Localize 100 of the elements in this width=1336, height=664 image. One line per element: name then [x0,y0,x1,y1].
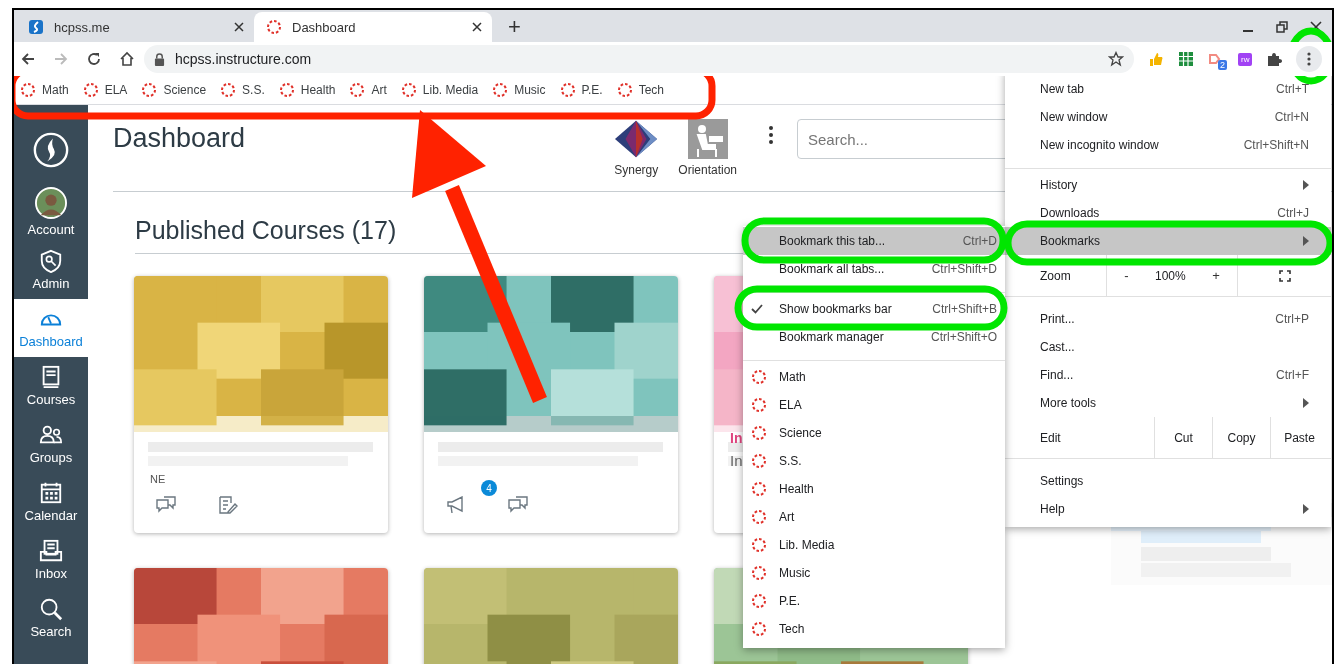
bookmark-item[interactable]: Tech [616,82,670,98]
menu-item[interactable]: Print... Ctrl+P [1005,305,1331,333]
bookmark-icon [20,82,36,98]
tab-title: hcpss.me [54,19,111,35]
bookmark-item[interactable]: ELA [82,82,134,98]
vertical-dots-icon [1307,51,1312,67]
close-icon[interactable] [472,22,482,32]
bookmark-label: Health [300,83,336,97]
course-card[interactable]: NE [134,276,388,533]
bookmark-item[interactable]: S.S. [220,82,271,98]
card-action[interactable] [156,496,176,514]
search-icon [39,597,63,621]
sidebar-item[interactable]: Account [14,183,88,241]
bookmark-item[interactable]: Math [20,82,75,98]
bookmark-item[interactable]: ELA [743,391,1005,419]
submenu-arrow-icon [1303,236,1309,246]
puzzle-icon[interactable] [1266,51,1283,67]
course-card[interactable]: 4 [424,276,678,533]
calendar-icon [39,481,63,505]
bookmark-icon [751,481,767,497]
bookmark-label: Art [371,83,387,97]
site-icon [28,19,44,35]
shortcut-text: Ctrl+Shift+D [931,262,997,276]
menu-item[interactable]: Settings [1005,467,1331,495]
tab-title: Dashboard [292,19,357,35]
menu-button[interactable] [1296,46,1323,72]
bookmark-icon [349,82,366,98]
edit-button[interactable]: Copy [1212,417,1270,458]
grid-icon[interactable] [1178,51,1194,67]
shield-icon [39,249,63,273]
sidebar-item[interactable]: Inbox [14,531,88,589]
bookmark-label: Tech [638,83,664,97]
card-action[interactable] [218,496,238,514]
menu-item[interactable]: Bookmark this tab... Ctrl+D [743,227,1005,255]
bookmark-label: Lib. Media [422,83,479,97]
app-link[interactable]: Orientation [678,119,737,177]
new-tab-button[interactable]: + [498,12,531,42]
sidebar-item[interactable]: Courses [14,357,88,415]
back-icon[interactable] [20,51,36,67]
close-icon[interactable] [234,22,244,32]
star-icon[interactable] [1108,51,1124,67]
bookmark-icon [751,565,767,581]
sidebar-item[interactable]: Dashboard [14,299,88,357]
app-label: Orientation [678,163,737,177]
bookmark-item[interactable]: P.E. [559,82,609,98]
bookmark-item[interactable]: Science [141,82,213,98]
sidebar-item[interactable]: Search [14,589,88,647]
bookmark-item[interactable]: Music [492,82,552,98]
menu-item[interactable]: Show bookmarks bar Ctrl+Shift+B [743,295,1005,323]
bookmark-item[interactable]: Math [743,363,1005,391]
bookmark-item[interactable]: Lib. Media [743,531,1005,559]
menu-item[interactable]: New tab Ctrl+T [1005,75,1331,103]
zoom-out-button[interactable]: - [1116,264,1137,287]
lock-icon [154,52,165,66]
reload-icon[interactable] [86,51,102,67]
menu-item[interactable]: Bookmark all tabs... Ctrl+Shift+D [743,255,1005,283]
sidebar-label: Courses [26,392,76,407]
logo-icon[interactable] [32,131,70,169]
home-icon[interactable] [119,51,135,67]
bookmark-item[interactable]: Tech [743,615,1005,643]
menu-item[interactable]: Downloads Ctrl+J [1005,199,1331,227]
browser-tab[interactable]: hcpss.me [16,12,254,42]
bookmark-item[interactable]: Music [743,559,1005,587]
bookmark-item[interactable]: Lib. Media [400,82,485,98]
bookmark-icon [220,82,237,98]
menu-item[interactable]: Help [1005,495,1331,523]
menu-item[interactable]: Bookmark manager Ctrl+Shift+O [743,323,1005,351]
menu-item[interactable]: Find... Ctrl+F [1005,361,1331,389]
edit-button[interactable]: Cut [1154,417,1212,458]
card-action[interactable] [508,496,528,514]
shortcut-text: Ctrl+D [962,234,997,248]
app-label: Synergy [614,163,659,177]
bookmark-item[interactable]: Science [743,419,1005,447]
menu-item[interactable]: Cast... [1005,333,1331,361]
bookmark-item[interactable]: Health [278,82,342,98]
zoom-in-button[interactable]: + [1204,264,1228,287]
sidebar-item[interactable]: Groups [14,415,88,473]
bookmark-item[interactable]: P.E. [743,587,1005,615]
diamond-logo-icon [614,119,659,159]
browser-tab[interactable]: Dashboard [254,12,492,42]
restore-icon[interactable] [1276,21,1288,33]
menu-item[interactable]: More tools [1005,389,1331,417]
bookmark-item[interactable]: S.S. [743,447,1005,475]
address-bar[interactable]: hcpss.instructure.com [144,45,1134,73]
bookmark-item[interactable]: Art [743,503,1005,531]
bookmark-item[interactable]: Health [743,475,1005,503]
person-at-desk-icon [685,119,730,159]
edit-button[interactable]: Paste [1270,417,1328,458]
bookmark-item[interactable]: Art [349,82,393,98]
extension-icon[interactable]: rw [1238,52,1253,66]
menu-item[interactable]: History [1005,171,1331,199]
sidebar-item[interactable]: Calendar [14,473,88,531]
bookmark-label: Science [163,83,207,97]
chat-bubbles-icon [508,496,528,514]
app-link[interactable]: Synergy [614,119,659,177]
card-action[interactable] [446,496,466,514]
sidebar-item[interactable]: Admin [14,241,88,299]
thumbs-up-icon[interactable] [1148,51,1164,67]
dotted-circle-icon [266,19,282,35]
vertical-dots-icon [769,125,773,145]
